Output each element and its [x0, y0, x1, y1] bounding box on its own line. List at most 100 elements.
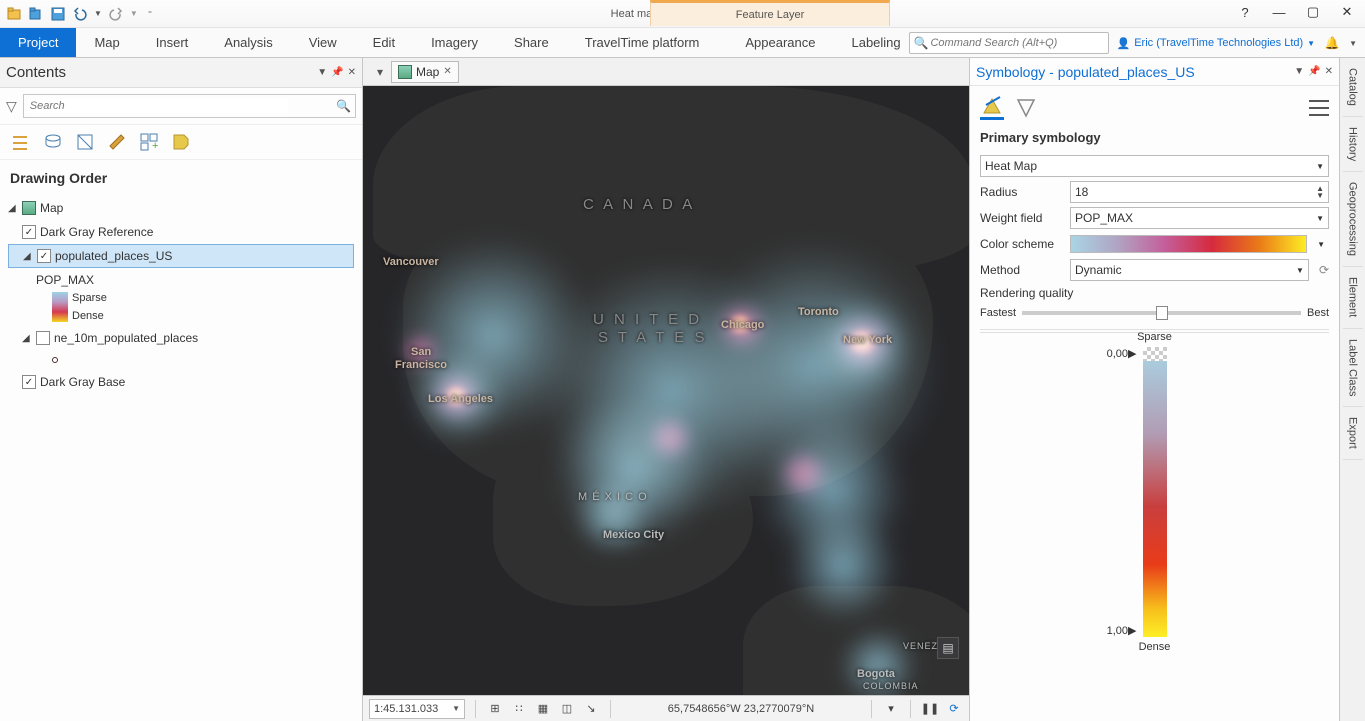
symbology-pin-icon[interactable]: 📌: [1308, 66, 1320, 77]
layer-label: Dark Gray Reference: [40, 225, 153, 239]
snapping-icon[interactable]: ⊞: [486, 700, 504, 718]
list-editing-icon[interactable]: [106, 131, 128, 153]
city-ny: New York: [843, 334, 892, 346]
grid-icon[interactable]: ∷: [510, 700, 528, 718]
side-tab-catalog[interactable]: Catalog: [1343, 58, 1363, 117]
list-selection-icon[interactable]: [74, 131, 96, 153]
color-scheme-label: Color scheme: [980, 237, 1064, 251]
tree-row-populated-places-us[interactable]: ◢ ✓ populated_places_US: [8, 244, 354, 268]
tree-row-dark-base[interactable]: ✓ Dark Gray Base: [8, 370, 354, 394]
ribbon-tab-view[interactable]: View: [291, 28, 355, 57]
contents-search-input[interactable]: [28, 99, 288, 113]
search-icon[interactable]: 🔍: [336, 99, 351, 113]
weight-field-dropdown[interactable]: POP_MAX ▼: [1070, 207, 1329, 229]
symbology-close-icon[interactable]: ✕: [1325, 66, 1333, 77]
side-tab-geoprocessing[interactable]: Geoprocessing: [1343, 172, 1363, 267]
contents-pin-icon[interactable]: 📌: [331, 67, 343, 78]
correction-icon[interactable]: ◫: [558, 700, 576, 718]
view-tab-bar: ▾ Map ✕: [363, 58, 969, 86]
map-canvas[interactable]: C A N A D A U N I T E D S T A T E S M É …: [363, 86, 969, 695]
ribbon-tab-edit[interactable]: Edit: [355, 28, 413, 57]
side-tab-labelclass[interactable]: Label Class: [1343, 329, 1363, 407]
ribbon-tab-analysis[interactable]: Analysis: [206, 28, 290, 57]
contents-search[interactable]: 🔍: [23, 94, 356, 118]
method-dropdown[interactable]: Dynamic ▼: [1070, 259, 1309, 281]
map-label-canada: C A N A D A: [583, 196, 695, 213]
ribbon-tab-appearance[interactable]: Appearance: [727, 28, 833, 57]
symbology-type-dropdown[interactable]: Heat Map ▼: [980, 155, 1329, 177]
collapse-icon[interactable]: ◢: [22, 333, 32, 344]
tree-row-ne10m[interactable]: ◢ ne_10m_populated_places: [8, 326, 354, 350]
command-search[interactable]: 🔍: [909, 32, 1109, 54]
symbology-menu[interactable]: ▼: [1294, 66, 1304, 77]
right-side-tabs: Catalog History Geoprocessing Element La…: [1339, 58, 1365, 721]
refresh-icon[interactable]: ⟳: [945, 700, 963, 718]
primary-symbology-tab-icon[interactable]: [980, 96, 1004, 120]
view-menu-icon[interactable]: ▾: [369, 65, 391, 79]
constraints-icon[interactable]: ▦: [534, 700, 552, 718]
coord-format-icon[interactable]: ▾: [882, 700, 900, 718]
list-drawing-order-icon[interactable]: [10, 131, 32, 153]
user-account[interactable]: 👤 Eric (TravelTime Technologies Ltd) ▼: [1117, 37, 1316, 50]
weight-value: POP_MAX: [1075, 211, 1133, 225]
map-area: ▾ Map ✕: [363, 58, 969, 721]
list-data-source-icon[interactable]: [42, 131, 64, 153]
color-scheme-dropdown[interactable]: [1070, 235, 1307, 253]
legend-ramp: [52, 292, 68, 322]
fastest-label: Fastest: [980, 307, 1016, 319]
collapse-icon[interactable]: ◢: [23, 251, 33, 262]
checkbox[interactable]: ✓: [37, 249, 51, 263]
render-quality-slider[interactable]: [1022, 311, 1301, 315]
notifications-icon[interactable]: 🔔: [1323, 34, 1341, 52]
ribbon-tab-share[interactable]: Share: [496, 28, 567, 57]
ribbon-tab-traveltime[interactable]: TravelTime platform: [567, 28, 718, 57]
checkbox[interactable]: ✓: [22, 225, 36, 239]
side-tab-element[interactable]: Element: [1343, 267, 1363, 328]
scale-selector[interactable]: 1:45.131.033 ▼: [369, 699, 465, 719]
side-tab-export[interactable]: Export: [1343, 407, 1363, 460]
chevron-down-icon: ▼: [452, 704, 460, 713]
chevron-down-icon: ▼: [1316, 214, 1324, 223]
ribbon-tab-insert[interactable]: Insert: [138, 28, 207, 57]
basemap-icon[interactable]: ▤: [937, 637, 959, 659]
point-symbol: [52, 357, 58, 363]
checkbox[interactable]: [36, 331, 50, 345]
ribbon-tab-labeling[interactable]: Labeling: [833, 28, 918, 57]
legend-dense: Dense: [72, 310, 107, 322]
filter-icon[interactable]: ▽: [6, 98, 17, 115]
ribbon-tab-map[interactable]: Map: [76, 28, 137, 57]
city-la: Los Angeles: [428, 393, 493, 405]
method-value: Dynamic: [1075, 263, 1122, 277]
side-tab-history[interactable]: History: [1343, 117, 1363, 172]
help-icon[interactable]: ?: [1231, 0, 1259, 24]
close-icon[interactable]: ✕: [1333, 0, 1361, 24]
pause-icon[interactable]: ❚❚: [921, 700, 939, 718]
contents-close-icon[interactable]: ✕: [348, 67, 356, 78]
close-tab-icon[interactable]: ✕: [443, 66, 451, 77]
minimize-icon[interactable]: ―: [1265, 0, 1293, 24]
tree-row-dark-ref[interactable]: ✓ Dark Gray Reference: [8, 220, 354, 244]
chevron-down-icon[interactable]: ▼: [1313, 240, 1329, 249]
radius-label: Radius: [980, 185, 1064, 199]
collapse-icon[interactable]: ◢: [8, 203, 18, 214]
main-area: Contents ▼ 📌 ✕ ▽ 🔍 + Drawing Order: [0, 58, 1365, 721]
ribbon-tab-imagery[interactable]: Imagery: [413, 28, 496, 57]
command-search-input[interactable]: [928, 36, 1098, 50]
list-snapping-icon[interactable]: +: [138, 131, 160, 153]
menu-icon[interactable]: [1309, 100, 1329, 116]
spinner-icon[interactable]: ▲▼: [1316, 185, 1324, 199]
inference-icon[interactable]: ↘: [582, 700, 600, 718]
map-view-tab[interactable]: Map ✕: [391, 61, 459, 83]
maximize-icon[interactable]: ▢: [1299, 0, 1327, 24]
list-labeling-icon[interactable]: [170, 131, 192, 153]
checkbox[interactable]: ✓: [22, 375, 36, 389]
slider-thumb[interactable]: [1156, 306, 1168, 320]
refresh-method-icon[interactable]: ⟳: [1315, 263, 1329, 277]
tree-row-map[interactable]: ◢ Map: [8, 196, 354, 220]
contents-menu[interactable]: ▼: [317, 67, 327, 78]
vary-symbology-tab-icon[interactable]: [1014, 96, 1038, 120]
ribbon-collapse-icon[interactable]: ▼: [1349, 39, 1357, 48]
radius-input[interactable]: 18 ▲▼: [1070, 181, 1329, 203]
color-ramp-vertical[interactable]: [1143, 347, 1167, 637]
ribbon-tab-project[interactable]: Project: [0, 28, 76, 57]
